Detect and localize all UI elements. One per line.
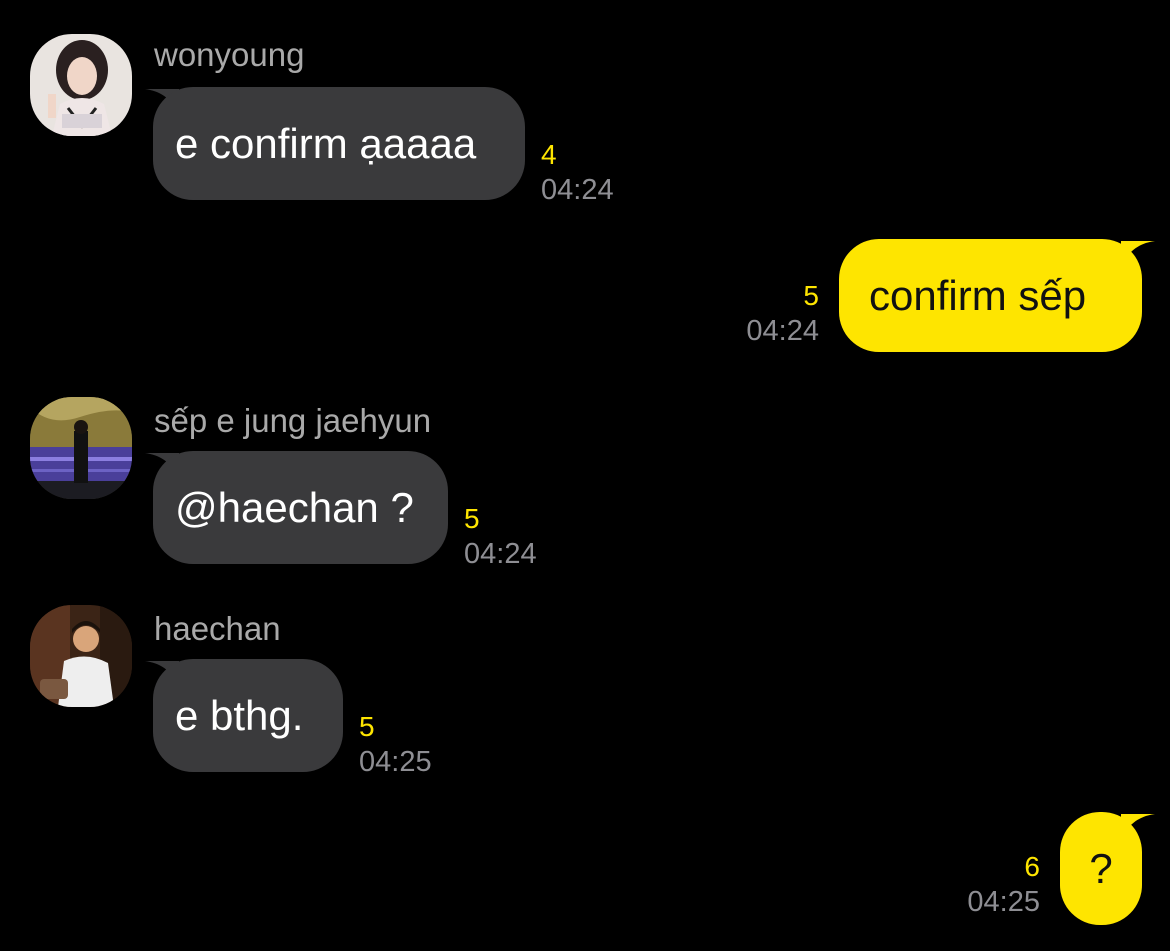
message-bubble[interactable]: e confirm ạaaaa <box>153 87 525 200</box>
avatar-wonyoung-image <box>30 34 132 136</box>
message-bubble[interactable]: @haechan ? <box>153 451 448 564</box>
message-meta: 5 04:24 <box>746 279 819 349</box>
unread-count: 6 <box>1024 851 1040 882</box>
message-meta: 4 04:24 <box>541 138 614 208</box>
message-time: 04:25 <box>967 886 1040 918</box>
unread-count: 5 <box>464 503 480 534</box>
sender-name: wonyoung <box>154 36 305 73</box>
avatar-wonyoung-icon[interactable] <box>30 34 132 136</box>
sender-name: sếp e jung jaehyun <box>154 402 432 439</box>
avatar-haechan-icon[interactable] <box>30 605 132 707</box>
avatar-haechan-image <box>30 605 132 707</box>
message-bubble[interactable]: confirm sếp <box>839 239 1142 352</box>
unread-count: 4 <box>541 139 557 170</box>
message-bubble[interactable]: e bthg. <box>153 659 343 772</box>
unread-count: 5 <box>359 711 375 742</box>
message-meta: 5 04:25 <box>359 710 432 780</box>
message-time: 04:25 <box>359 746 432 778</box>
message-time: 04:24 <box>464 538 537 570</box>
message-bubble[interactable]: ? <box>1060 812 1142 925</box>
avatar-jaehyun-icon[interactable] <box>30 397 132 499</box>
sender-name: haechan <box>154 610 281 647</box>
message-meta: 6 04:25 <box>967 850 1040 920</box>
unread-count: 5 <box>803 280 819 311</box>
message-time: 04:24 <box>746 315 819 347</box>
avatar-jaehyun-image <box>30 397 132 499</box>
message-meta: 5 04:24 <box>464 502 537 572</box>
message-time: 04:24 <box>541 174 614 206</box>
